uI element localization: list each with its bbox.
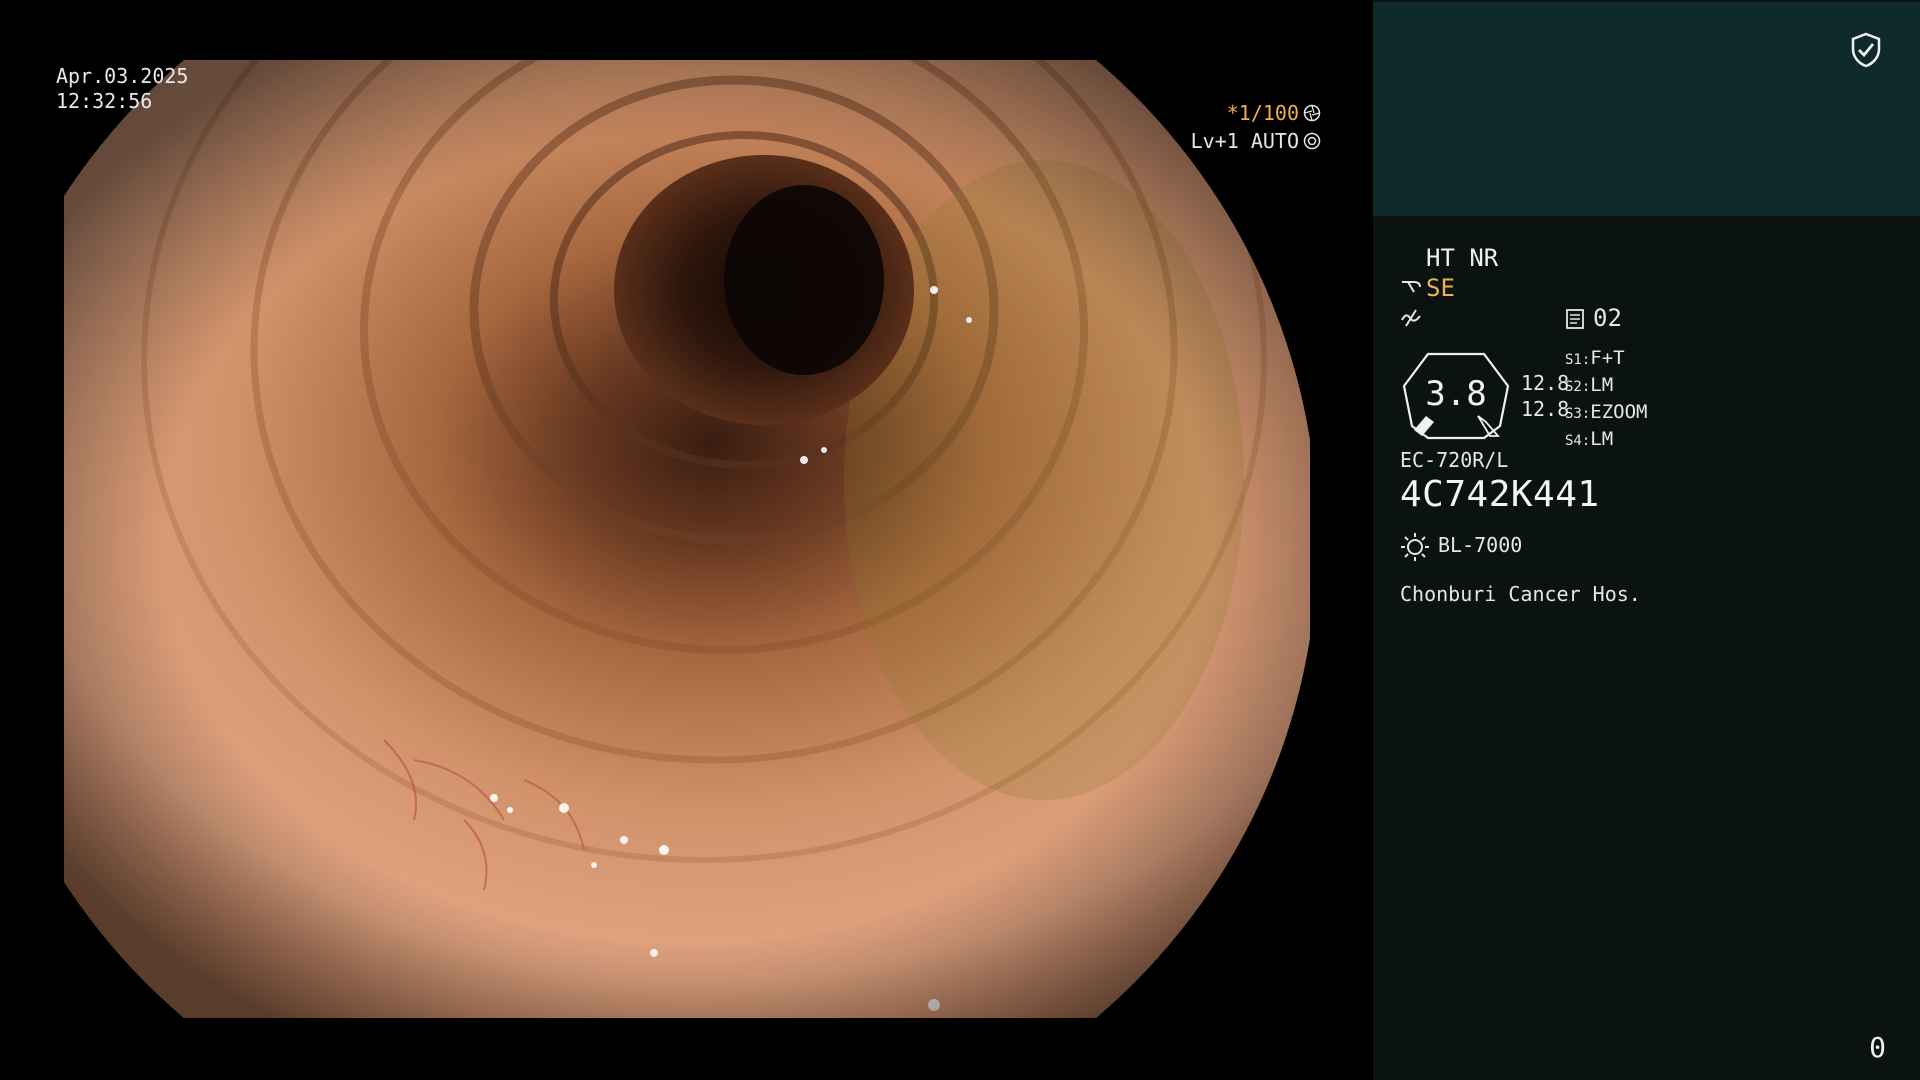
exposure-readout: *1/100 Lv+1 AUTO <box>1191 99 1321 155</box>
level-mode: Lv+1 AUTO <box>1190 129 1299 153</box>
slot-item: S1:F+T <box>1565 347 1625 369</box>
gauge-lower: 12.8 <box>1521 397 1570 421</box>
date-text: Apr.03.2025 <box>56 64 189 88</box>
document-icon <box>1566 309 1584 329</box>
slot-item: S4:LM <box>1565 428 1614 450</box>
scope-model: EC-720R/L <box>1400 448 1509 472</box>
switch-assignments: S1:F+T S2:LM S3:EZOOM S4:LM <box>1565 346 1648 454</box>
se-mode: SE <box>1426 274 1455 302</box>
gauge-upper: 12.8 <box>1521 371 1570 395</box>
time-text: 12:32:56 <box>56 89 153 113</box>
hospital-name: Chonburi Cancer Hos. <box>1400 582 1641 606</box>
endoscope-image <box>64 60 1310 1018</box>
endoscope-view: Apr.03.2025 12:32:56 *1/100 Lv+1 AUTO <box>0 0 1373 1080</box>
info-panel: HT NR SE 02 3.8 12.8 12.8 S1:F+T S2:LM S… <box>1373 0 1920 1080</box>
endoscopy-screen: Apr.03.2025 12:32:56 *1/100 Lv+1 AUTO HT… <box>0 0 1920 1080</box>
gauge-value: 3.8 <box>1425 374 1487 414</box>
slot-item: S2:LM <box>1565 374 1614 396</box>
image-counter: 0 <box>1869 1031 1886 1064</box>
scope-serial: 4C742K441 <box>1400 474 1600 515</box>
processing-modes: HT NR <box>1426 244 1499 272</box>
shield-check-icon <box>1851 32 1881 68</box>
wave-icon <box>1401 309 1421 327</box>
document-value: 02 <box>1593 304 1622 332</box>
panel-header <box>1373 2 1920 216</box>
light-source-model: BL-7000 <box>1438 533 1523 557</box>
light-source-icon <box>1401 533 1429 561</box>
slot-item: S3:EZOOM <box>1565 401 1648 423</box>
date-time-readout: Apr.03.2025 12:32:56 <box>56 64 188 114</box>
shutter-speed: *1/100 <box>1226 101 1299 125</box>
scope-tip-icon <box>1402 281 1421 293</box>
aperture-icon <box>1303 104 1321 122</box>
auto-iris-icon <box>1303 132 1321 150</box>
